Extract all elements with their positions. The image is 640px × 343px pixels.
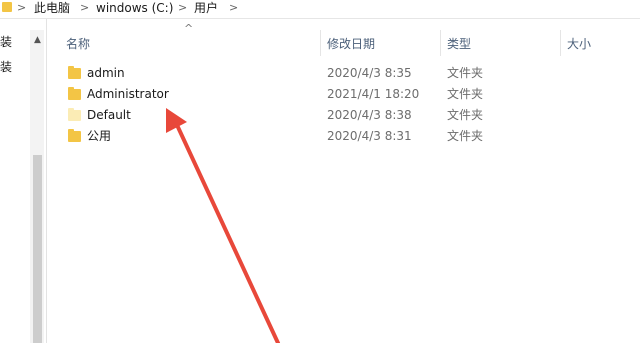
file-modified: 2020/4/3 8:38 xyxy=(327,108,412,122)
folder-icon xyxy=(68,108,81,121)
file-modified: 2020/4/3 8:31 xyxy=(327,129,412,143)
chevron-up-icon[interactable]: ▲ xyxy=(34,35,41,45)
breadcrumb-separator: > xyxy=(17,1,27,14)
breadcrumb-drive-c[interactable]: windows (C:) xyxy=(96,0,173,16)
nav-scrollbar-thumb[interactable] xyxy=(33,155,42,343)
column-header-modified[interactable]: 修改日期 xyxy=(327,36,375,52)
folder-icon xyxy=(68,87,81,100)
address-bar[interactable]: > 此电脑 > windows (C:) > 用户 > xyxy=(0,0,640,18)
file-type: 文件夹 xyxy=(447,87,484,101)
list-item-admin[interactable]: admin 2020/4/3 8:35 文件夹 xyxy=(62,63,562,84)
list-item-default[interactable]: Default 2020/4/3 8:38 文件夹 xyxy=(62,105,562,126)
sort-ascending-icon: ^ xyxy=(184,22,194,35)
arrow-shaft xyxy=(175,123,280,343)
file-name: Default xyxy=(87,108,131,122)
file-type: 文件夹 xyxy=(447,108,484,122)
breadcrumb-separator[interactable]: > xyxy=(229,0,238,16)
column-header-name[interactable]: 名称 xyxy=(66,36,90,52)
column-divider[interactable] xyxy=(560,30,561,56)
column-divider[interactable] xyxy=(320,30,321,56)
file-name: Administrator xyxy=(87,87,169,101)
list-item-public[interactable]: 公用 2020/4/3 8:31 文件夹 xyxy=(62,126,562,147)
breadcrumb-separator[interactable]: > xyxy=(80,0,89,16)
address-divider xyxy=(0,18,640,19)
file-name: admin xyxy=(87,66,125,80)
file-type: 文件夹 xyxy=(447,66,484,80)
list-item-administrator[interactable]: Administrator 2021/4/1 18:20 文件夹 xyxy=(62,84,562,105)
pane-divider xyxy=(46,19,47,343)
file-name: 公用 xyxy=(87,129,112,143)
breadcrumb-separator[interactable]: > xyxy=(178,0,187,16)
breadcrumb-users[interactable]: 用户 xyxy=(194,0,218,16)
file-type: 文件夹 xyxy=(447,129,484,143)
column-divider[interactable] xyxy=(440,30,441,56)
folder-icon xyxy=(68,129,81,142)
folder-icon xyxy=(2,2,12,12)
folder-icon xyxy=(68,66,81,79)
column-header-type[interactable]: 类型 xyxy=(447,36,471,52)
column-header-size[interactable]: 大小 xyxy=(567,36,591,52)
breadcrumb-this-pc[interactable]: 此电脑 xyxy=(34,0,70,16)
nav-item-2[interactable]: 安装 xyxy=(0,58,12,75)
file-modified: 2020/4/3 8:35 xyxy=(327,66,412,80)
nav-item-1[interactable]: 安装 xyxy=(0,33,12,50)
file-modified: 2021/4/1 18:20 xyxy=(327,87,420,101)
